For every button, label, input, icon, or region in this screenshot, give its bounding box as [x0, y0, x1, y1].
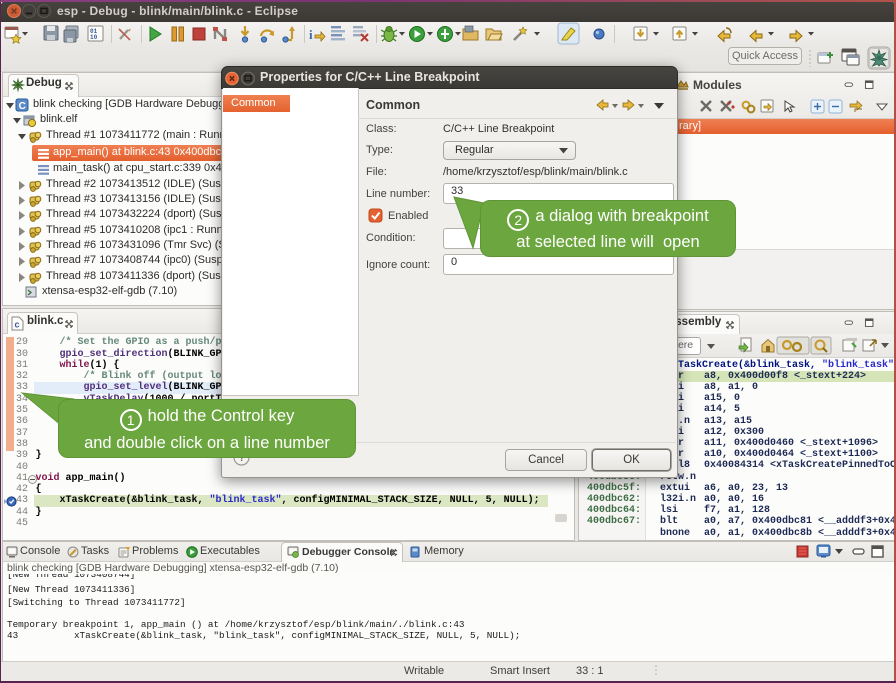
svg-text:10: 10 — [90, 34, 98, 41]
svg-text:C: C — [19, 101, 26, 112]
svg-text:i: i — [309, 27, 313, 42]
svg-text:c: c — [14, 320, 19, 330]
